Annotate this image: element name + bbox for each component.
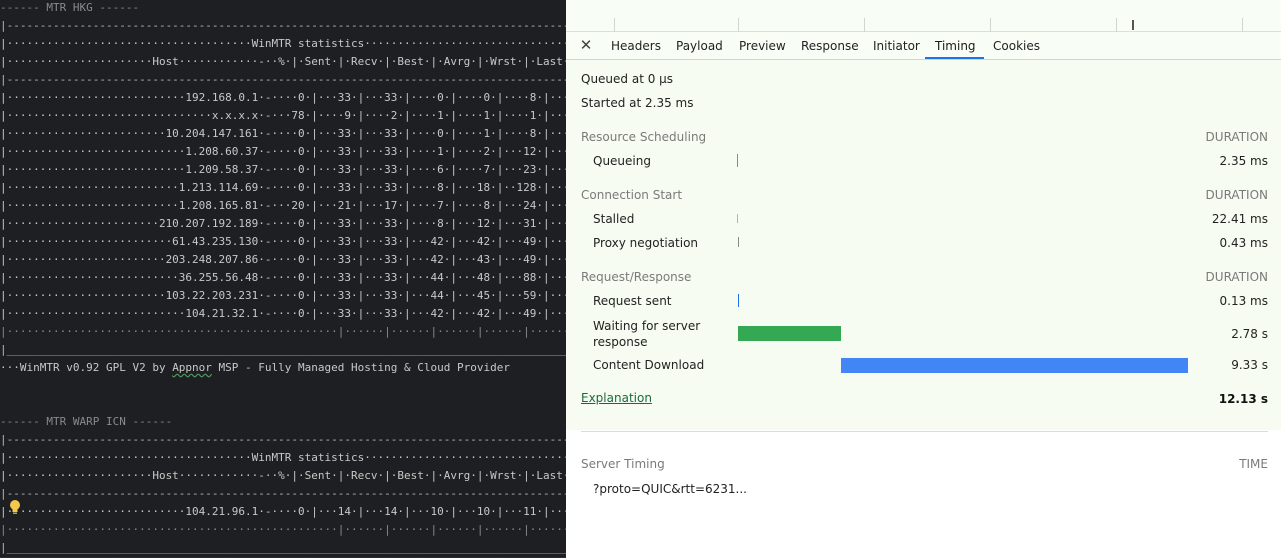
- editor-line[interactable]: |_______________________________________…: [0, 341, 566, 359]
- editor-line[interactable]: |···························1.208.60.37·…: [0, 143, 566, 161]
- timing-label: Stalled: [593, 212, 635, 226]
- editor-line[interactable]: |---------------------------------------…: [0, 71, 566, 89]
- tab-initiator[interactable]: Initiator: [873, 32, 920, 60]
- timing-value: 2.78 s: [1231, 327, 1268, 341]
- editor-line[interactable]: |·······································…: [0, 323, 566, 341]
- timing-value: 0.43 ms: [1219, 236, 1268, 250]
- devtools-panel: ✕ Headers Payload Preview Response Initi…: [566, 0, 1281, 558]
- tab-cookies[interactable]: Cookies: [993, 32, 1040, 60]
- timing-label: Content Download: [593, 358, 705, 372]
- timing-bar: [737, 154, 738, 167]
- timing-value: 2.35 ms: [1219, 154, 1268, 168]
- waterfall-grid-line: [738, 18, 739, 32]
- lightbulb-icon[interactable]: [8, 499, 22, 515]
- editor-line[interactable]: |·······················210.207.192.189·…: [0, 215, 566, 233]
- editor-line[interactable]: |··························36.255.56.48·…: [0, 269, 566, 287]
- section-title: Connection Start: [581, 188, 683, 202]
- timing-bar: [841, 358, 1188, 373]
- editor-line[interactable]: |---------------------------------------…: [0, 431, 566, 449]
- duration-header: DURATION: [1205, 188, 1268, 202]
- waterfall-grid-line: [990, 18, 991, 32]
- timing-bar: [738, 326, 841, 341]
- waterfall-grid-line: [1116, 18, 1117, 32]
- timing-bar: [738, 294, 739, 307]
- section-title: Request/Response: [581, 270, 692, 284]
- editor-line[interactable]: |························203.248.207.86·…: [0, 251, 566, 269]
- editor-line[interactable]: ···WinMTR v0.92 GPL V2 by Appnor MSP - F…: [0, 359, 566, 377]
- timing-value: 0.13 ms: [1219, 294, 1268, 308]
- editor-line[interactable]: |···························104.21.32.1·…: [0, 305, 566, 323]
- timing-bar: [737, 214, 738, 223]
- editor-line[interactable]: |························103.22.203.231·…: [0, 287, 566, 305]
- editor-line[interactable]: |······················Host············-…: [0, 467, 566, 485]
- editor-line[interactable]: |·····································Wi…: [0, 35, 566, 53]
- editor-line[interactable]: |·······························x.x.x.x·…: [0, 107, 566, 125]
- editor-line[interactable]: |··························1.213.114.69·…: [0, 179, 566, 197]
- waterfall-marker: [1132, 20, 1134, 30]
- timing-label: Waiting for server response: [593, 319, 701, 349]
- server-timing-time-header: TIME: [1239, 457, 1268, 471]
- tab-payload[interactable]: Payload: [676, 32, 723, 60]
- section-title: Resource Scheduling: [581, 130, 707, 144]
- waterfall-grid-line: [614, 18, 615, 32]
- timing-bar: [738, 237, 739, 247]
- editor-line[interactable]: |······················Host············-…: [0, 53, 566, 71]
- editor-line[interactable]: |·························61.43.235.130·…: [0, 233, 566, 251]
- timing-label: Queueing: [593, 154, 651, 168]
- editor-line[interactable]: |··························1.208.165.81·…: [0, 197, 566, 215]
- editor-line[interactable]: |---------------------------------------…: [0, 17, 566, 35]
- tab-preview[interactable]: Preview: [739, 32, 786, 60]
- tab-response[interactable]: Response: [801, 32, 859, 60]
- duration-header: DURATION: [1205, 270, 1268, 284]
- divider: [581, 431, 1268, 432]
- network-waterfall-strip[interactable]: [566, 0, 1281, 32]
- editor-line[interactable]: |_______________________________________…: [0, 539, 566, 557]
- explanation-link[interactable]: Explanation: [581, 391, 652, 405]
- timing-label: Proxy negotiation: [593, 236, 699, 250]
- editor-line[interactable]: |························10.204.147.161·…: [0, 125, 566, 143]
- tab-timing[interactable]: Timing: [935, 32, 976, 60]
- tab-bar: ✕ Headers Payload Preview Response Initi…: [566, 32, 1281, 60]
- editor-line[interactable]: |·····································Wi…: [0, 449, 566, 467]
- total-duration: 12.13 s: [1218, 392, 1268, 406]
- timing-label: Request sent: [593, 294, 672, 308]
- server-timing-entry: ?proto=QUIC&rtt=6231...: [593, 482, 747, 496]
- editor-line[interactable]: |---------------------------------------…: [0, 485, 566, 503]
- editor-line[interactable]: |···························192.168.0.1·…: [0, 89, 566, 107]
- editor-line[interactable]: |···························1.209.58.37·…: [0, 161, 566, 179]
- server-timing-title: Server Timing: [581, 457, 665, 471]
- editor-pane[interactable]: ------ MTR HKG ------ |------------------…: [0, 0, 566, 558]
- tab-headers[interactable]: Headers: [611, 32, 661, 60]
- duration-header: DURATION: [1205, 130, 1268, 144]
- close-icon[interactable]: ✕: [578, 37, 594, 53]
- waterfall-grid-line: [864, 18, 865, 32]
- timing-value: 22.41 ms: [1211, 212, 1268, 226]
- active-tab-indicator: [925, 57, 984, 59]
- started-at: Started at 2.35 ms: [581, 96, 694, 110]
- timing-value: 9.33 s: [1231, 358, 1268, 372]
- queued-at: Queued at 0 µs: [581, 72, 674, 86]
- editor-line[interactable]: ------ MTR HKG ------: [0, 0, 566, 17]
- editor-line[interactable]: |···························104.21.96.1·…: [0, 503, 566, 521]
- editor-line[interactable]: |·······································…: [0, 521, 566, 539]
- editor-line[interactable]: ------ MTR WARP ICN ------: [0, 413, 566, 431]
- waterfall-grid-line: [1242, 18, 1243, 32]
